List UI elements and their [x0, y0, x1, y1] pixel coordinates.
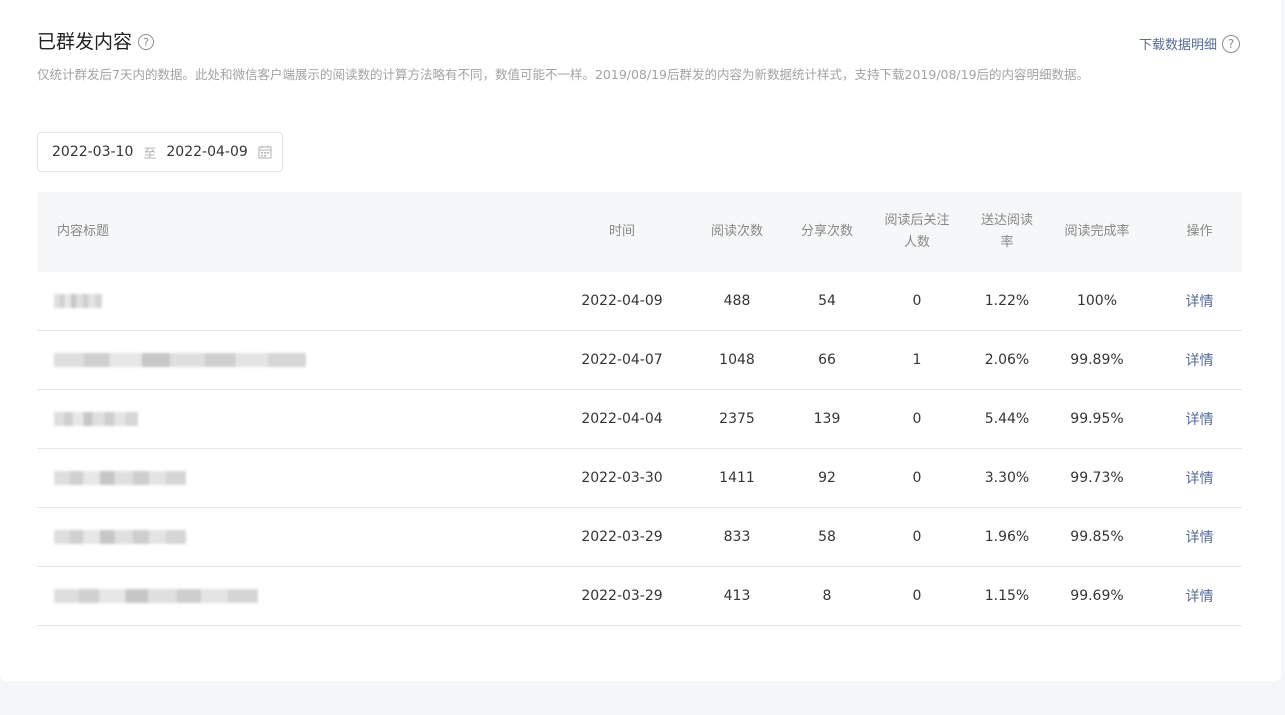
row-delivery-rate: 3.30%: [977, 448, 1037, 508]
row-follows: 0: [857, 272, 977, 331]
start-date[interactable]: 2022-03-10: [52, 144, 133, 160]
end-date[interactable]: 2022-04-09: [166, 144, 247, 160]
row-title-redacted[interactable]: [37, 389, 567, 449]
row-shares: 92: [797, 448, 857, 508]
header-reads: 阅读次数: [710, 224, 763, 239]
row-title-redacted[interactable]: [37, 507, 567, 567]
download-details-label[interactable]: 下载数据明细: [1139, 34, 1217, 53]
row-follows: 0: [857, 507, 977, 567]
header-follows: 阅读后关注人数: [884, 213, 950, 250]
row-delivery-rate: 5.44%: [977, 389, 1037, 449]
description-text: 仅统计群发后7天内的数据。此处和微信客户端展示的阅读数的计算方法略有不同，数值可…: [37, 67, 1090, 82]
row-completion-rate: 99.85%: [1037, 507, 1157, 567]
page-title-text: 已群发内容: [37, 31, 133, 53]
row-date: 2022-03-29: [567, 566, 677, 626]
row-delivery-rate: 2.06%: [977, 330, 1037, 390]
detail-link[interactable]: 详情: [1186, 530, 1214, 546]
detail-link[interactable]: 详情: [1186, 589, 1214, 605]
table-row: 2022-04-07 1048 66 1 2.06% 99.89% 详情: [37, 330, 1242, 390]
help-icon[interactable]: ?: [138, 34, 155, 50]
table-row: 2022-04-04 2375 139 0 5.44% 99.95% 详情: [37, 389, 1242, 449]
redacted-title: [54, 353, 306, 367]
row-completion-rate: 99.89%: [1037, 330, 1157, 390]
row-delivery-rate: 1.96%: [977, 507, 1037, 567]
detail-link[interactable]: 详情: [1186, 412, 1214, 428]
redacted-title: [54, 530, 186, 544]
table-header-row: 内容标题 时间 阅读次数 分享次数 阅读后关注人数 送达阅读率 阅读完成率 操作: [37, 192, 1242, 272]
table-row: 2022-04-09 488 54 0 1.22% 100% 详情: [37, 272, 1242, 331]
page-title: 已群发内容 ?: [37, 30, 155, 54]
row-reads: 488: [677, 272, 797, 331]
row-date: 2022-03-30: [567, 448, 677, 508]
row-date: 2022-04-09: [567, 272, 677, 331]
header-shares: 分享次数: [800, 224, 853, 239]
download-details-link[interactable]: 下载数据明细 ?: [1139, 34, 1240, 53]
header-delivery-rate: 送达阅读率: [980, 213, 1033, 250]
row-shares: 58: [797, 507, 857, 567]
header-actions: 操作: [1186, 224, 1213, 239]
table-row: 2022-03-29 413 8 0 1.15% 99.69% 详情: [37, 566, 1242, 626]
row-completion-rate: 99.95%: [1037, 389, 1157, 449]
row-reads: 833: [677, 507, 797, 567]
row-shares: 8: [797, 566, 857, 626]
row-date: 2022-04-07: [567, 330, 677, 390]
table-row: 2022-03-30 1411 92 0 3.30% 99.73% 详情: [37, 448, 1242, 508]
calendar-icon[interactable]: [258, 145, 272, 159]
row-title-redacted[interactable]: [37, 448, 567, 508]
redacted-title: [54, 471, 186, 485]
row-completion-rate: 99.73%: [1037, 448, 1157, 508]
redacted-title: [54, 412, 138, 426]
header-time: 时间: [608, 224, 635, 239]
row-date: 2022-03-29: [567, 507, 677, 567]
redacted-title: [54, 294, 102, 308]
row-follows: 1: [857, 330, 977, 390]
row-reads: 2375: [677, 389, 797, 449]
date-range-picker[interactable]: 2022-03-10 至 2022-04-09: [37, 132, 283, 172]
content-table: 内容标题 时间 阅读次数 分享次数 阅读后关注人数 送达阅读率 阅读完成率 操作…: [37, 192, 1242, 626]
header-title: 内容标题: [57, 224, 110, 239]
row-title-redacted[interactable]: [37, 330, 567, 390]
row-reads: 1048: [677, 330, 797, 390]
detail-link[interactable]: 详情: [1186, 471, 1214, 487]
row-title-redacted[interactable]: [37, 566, 567, 626]
row-delivery-rate: 1.22%: [977, 272, 1037, 331]
row-date: 2022-04-04: [567, 389, 677, 449]
detail-link[interactable]: 详情: [1186, 353, 1214, 369]
row-shares: 139: [797, 389, 857, 449]
row-title-redacted[interactable]: [37, 272, 567, 331]
row-reads: 1411: [677, 448, 797, 508]
row-follows: 0: [857, 389, 977, 449]
row-shares: 54: [797, 272, 857, 331]
row-completion-rate: 99.69%: [1037, 566, 1157, 626]
download-help-icon[interactable]: ?: [1222, 34, 1240, 53]
detail-link[interactable]: 详情: [1186, 294, 1214, 310]
row-follows: 0: [857, 566, 977, 626]
row-delivery-rate: 1.15%: [977, 566, 1037, 626]
row-follows: 0: [857, 448, 977, 508]
date-separator: 至: [143, 146, 157, 162]
table-row: 2022-03-29 833 58 0 1.96% 99.85% 详情: [37, 507, 1242, 567]
row-completion-rate: 100%: [1037, 272, 1157, 331]
content-card: 已群发内容 ? 下载数据明细 ? 仅统计群发后7天内的数据。此处和微信客户端展示…: [0, 0, 1281, 681]
redacted-title: [54, 589, 258, 603]
row-reads: 413: [677, 566, 797, 626]
header-completion-rate: 阅读完成率: [1064, 224, 1130, 239]
row-shares: 66: [797, 330, 857, 390]
